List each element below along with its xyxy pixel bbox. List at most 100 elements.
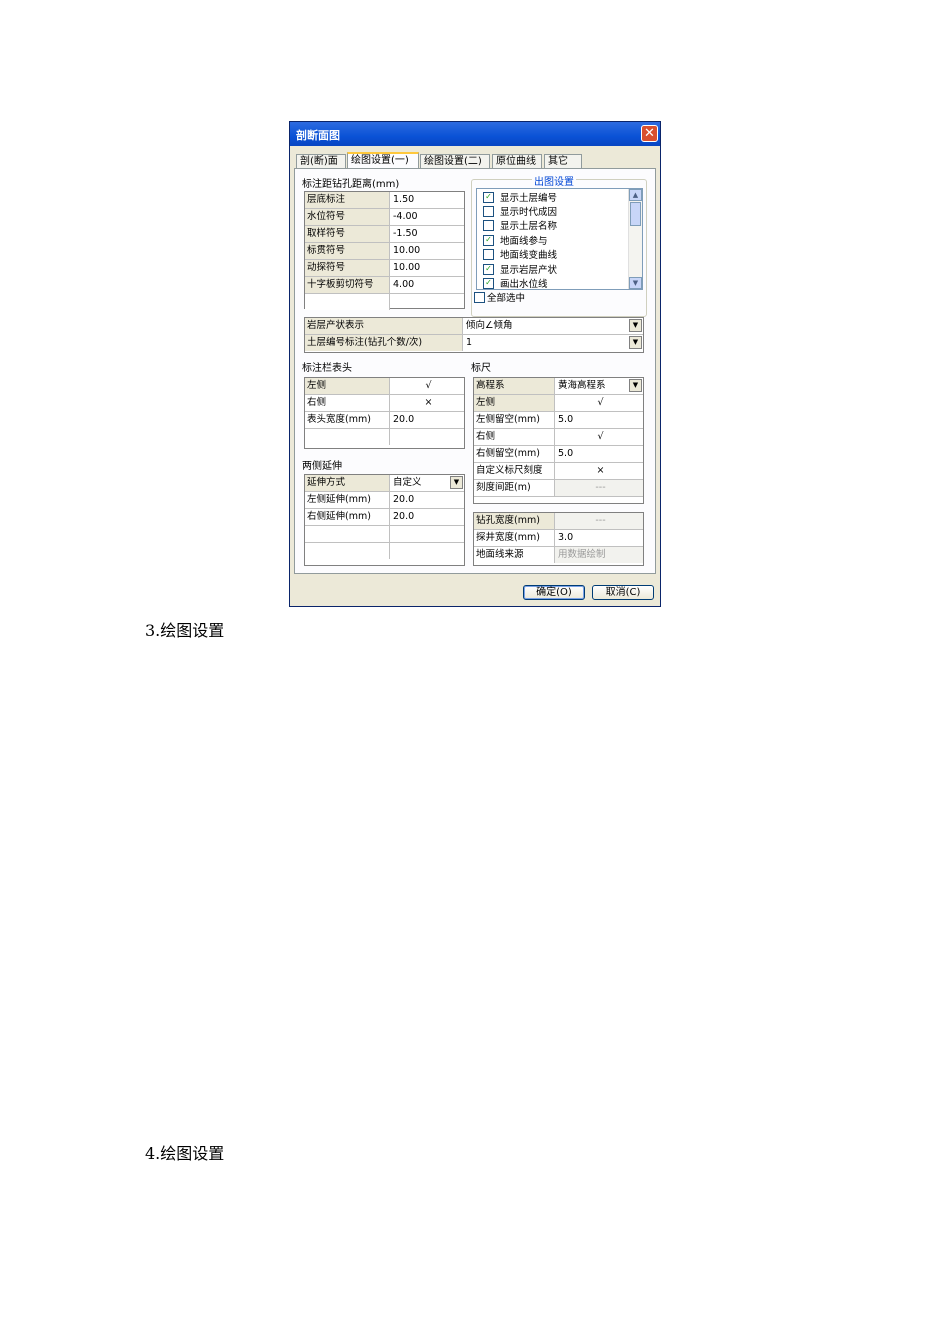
- select-value: 自定义: [393, 477, 422, 488]
- checkbox-unchecked-icon[interactable]: [483, 206, 494, 217]
- tab-other[interactable]: 其它: [544, 154, 582, 168]
- row-value[interactable]: 5.0: [555, 412, 573, 428]
- extend-mode-select[interactable]: 自定义 ▼: [390, 475, 464, 491]
- row-label: 取样符号: [305, 226, 390, 242]
- list-item-label: 地面线参与: [500, 236, 548, 247]
- table-row[interactable]: 钻孔宽度(mm) ---: [474, 513, 643, 530]
- row-value[interactable]: 4.00: [390, 277, 414, 293]
- checkbox-ground-curve[interactable]: 地面线变曲线: [483, 249, 557, 263]
- row-value[interactable]: -4.00: [390, 209, 418, 225]
- ok-button[interactable]: 确定(O): [523, 585, 585, 600]
- row-value[interactable]: -1.50: [390, 226, 418, 242]
- checkbox-show-layer-number[interactable]: ✓ 显示土层编号: [483, 192, 557, 206]
- table-row[interactable]: 标贯符号 10.00: [305, 243, 464, 260]
- extend-grid: 延伸方式 自定义 ▼ 左侧延伸(mm) 20.0 右侧延伸(mm) 20.0: [304, 474, 465, 566]
- table-row[interactable]: 左侧 √: [305, 378, 464, 395]
- close-icon[interactable]: ✕: [641, 125, 658, 142]
- chevron-down-icon[interactable]: ▼: [629, 379, 642, 392]
- dialog-title: 剖断面图: [296, 129, 340, 142]
- row-value[interactable]: 1.50: [390, 192, 414, 208]
- table-row[interactable]: 动探符号 10.00: [305, 260, 464, 277]
- table-row[interactable]: 岩层产状表示 倾向∠倾角 ▼: [305, 318, 643, 335]
- header-section-title: 标注栏表头: [302, 363, 352, 374]
- chevron-down-icon[interactable]: ▼: [450, 476, 463, 489]
- row-value[interactable]: 20.0: [390, 509, 414, 525]
- checkbox-checked-icon[interactable]: ✓: [483, 264, 494, 275]
- table-row[interactable]: 自定义标尺刻度 ×: [474, 463, 643, 480]
- checkbox-show-rock-attitude[interactable]: ✓ 显示岩层产状: [483, 264, 557, 278]
- table-row[interactable]: 探井宽度(mm) 3.0: [474, 530, 643, 547]
- attitude-select[interactable]: 倾向∠倾角 ▼: [463, 318, 643, 334]
- checkbox-unchecked-icon[interactable]: [474, 292, 485, 303]
- row-value[interactable]: ×: [390, 395, 464, 411]
- table-row[interactable]: 左侧延伸(mm) 20.0: [305, 492, 464, 509]
- row-value[interactable]: √: [390, 378, 464, 394]
- table-row[interactable]: 左侧留空(mm) 5.0: [474, 412, 643, 429]
- chevron-down-icon[interactable]: ▼: [629, 336, 642, 349]
- scroll-down-icon[interactable]: ▼: [629, 277, 642, 289]
- table-row[interactable]: 刻度间距(m) ---: [474, 480, 643, 497]
- checkbox-unchecked-icon[interactable]: [483, 249, 494, 260]
- table-row[interactable]: 左侧 √: [474, 395, 643, 412]
- row-label: 右侧: [474, 429, 555, 445]
- tab-drawing-settings-2[interactable]: 绘图设置(二): [420, 154, 490, 168]
- row-value[interactable]: 5.0: [555, 446, 573, 462]
- row-value[interactable]: 3.0: [555, 530, 573, 546]
- checkbox-checked-icon[interactable]: ✓: [483, 278, 494, 289]
- row-value[interactable]: 10.00: [390, 260, 420, 276]
- table-row[interactable]: 延伸方式 自定义 ▼: [305, 475, 464, 492]
- output-settings-title: 出图设置: [532, 173, 576, 188]
- row-value[interactable]: 20.0: [390, 492, 414, 508]
- row-label: 表头宽度(mm): [305, 412, 390, 428]
- table-row[interactable]: 水位符号 -4.00: [305, 209, 464, 226]
- layer-number-select[interactable]: 1 ▼: [463, 335, 643, 351]
- checkbox-draw-water-line[interactable]: ✓ 画出水位线: [483, 278, 548, 289]
- row-label: 动探符号: [305, 260, 390, 276]
- row-value[interactable]: √: [555, 429, 643, 445]
- ruler-section-title: 标尺: [471, 363, 491, 374]
- table-row[interactable]: 地面线来源 用数据绘制: [474, 547, 643, 564]
- table-row[interactable]: 表头宽度(mm) 20.0: [305, 412, 464, 429]
- row-value: ---: [555, 513, 643, 529]
- table-row[interactable]: 层底标注 1.50: [305, 192, 464, 209]
- checkbox-ground-line[interactable]: ✓ 地面线参与: [483, 235, 548, 249]
- table-row[interactable]: 土层编号标注(钻孔个数/次) 1 ▼: [305, 335, 643, 352]
- tab-drawing-settings-1[interactable]: 绘图设置(一): [347, 152, 419, 169]
- chevron-down-icon[interactable]: ▼: [629, 319, 642, 332]
- table-row[interactable]: 右侧延伸(mm) 20.0: [305, 509, 464, 526]
- row-value[interactable]: ×: [555, 463, 643, 479]
- table-row[interactable]: 右侧 √: [474, 429, 643, 446]
- row-value: 用数据绘制: [555, 547, 643, 563]
- scroll-up-icon[interactable]: ▲: [629, 189, 642, 201]
- tab-in-situ-curve[interactable]: 原位曲线: [492, 154, 542, 168]
- output-settings-group: 出图设置 ✓ 显示土层编号 显示时代成因 显示土层名称 ✓ 地面线参与 地面线变曲线…: [471, 173, 647, 317]
- table-row[interactable]: 右侧 ×: [305, 395, 464, 412]
- checkbox-checked-icon[interactable]: ✓: [483, 235, 494, 246]
- caption-3: 3.绘图设置: [145, 621, 225, 640]
- empty-row: [305, 543, 464, 560]
- row-label: 钻孔宽度(mm): [474, 513, 555, 529]
- scroll-thumb[interactable]: [630, 202, 641, 226]
- checkbox-unchecked-icon[interactable]: [483, 220, 494, 231]
- row-value[interactable]: √: [555, 395, 643, 411]
- row-label: 标贯符号: [305, 243, 390, 259]
- table-row[interactable]: 高程系 黄海高程系 ▼: [474, 378, 643, 395]
- table-row[interactable]: 右侧留空(mm) 5.0: [474, 446, 643, 463]
- list-item-label: 显示岩层产状: [500, 265, 558, 276]
- tab-panel: 标注距钻孔距离(mm) 层底标注 1.50 水位符号 -4.00 取样符号 -1.50…: [294, 168, 656, 574]
- row-value[interactable]: 10.00: [390, 243, 420, 259]
- checkbox-show-era-origin[interactable]: 显示时代成因: [483, 206, 557, 220]
- checkbox-checked-icon[interactable]: ✓: [483, 192, 494, 203]
- row-value[interactable]: 20.0: [390, 412, 414, 428]
- checkbox-show-layer-name[interactable]: 显示土层名称: [483, 220, 557, 234]
- checkbox-select-all[interactable]: 全部选中: [474, 292, 525, 306]
- table-row[interactable]: 取样符号 -1.50: [305, 226, 464, 243]
- table-row[interactable]: 十字板剪切符号 4.00: [305, 277, 464, 294]
- elevation-system-select[interactable]: 黄海高程系 ▼: [555, 378, 643, 394]
- output-settings-list[interactable]: ✓ 显示土层编号 显示时代成因 显示土层名称 ✓ 地面线参与 地面线变曲线 ✓ 显示岩…: [476, 188, 643, 290]
- tab-section[interactable]: 剖(断)面: [296, 154, 346, 168]
- list-scrollbar[interactable]: ▲ ▼: [628, 189, 642, 289]
- row-label: 十字板剪切符号: [305, 277, 390, 293]
- cancel-button[interactable]: 取消(C): [592, 585, 654, 600]
- title-bar[interactable]: 剖断面图 ✕: [290, 122, 660, 146]
